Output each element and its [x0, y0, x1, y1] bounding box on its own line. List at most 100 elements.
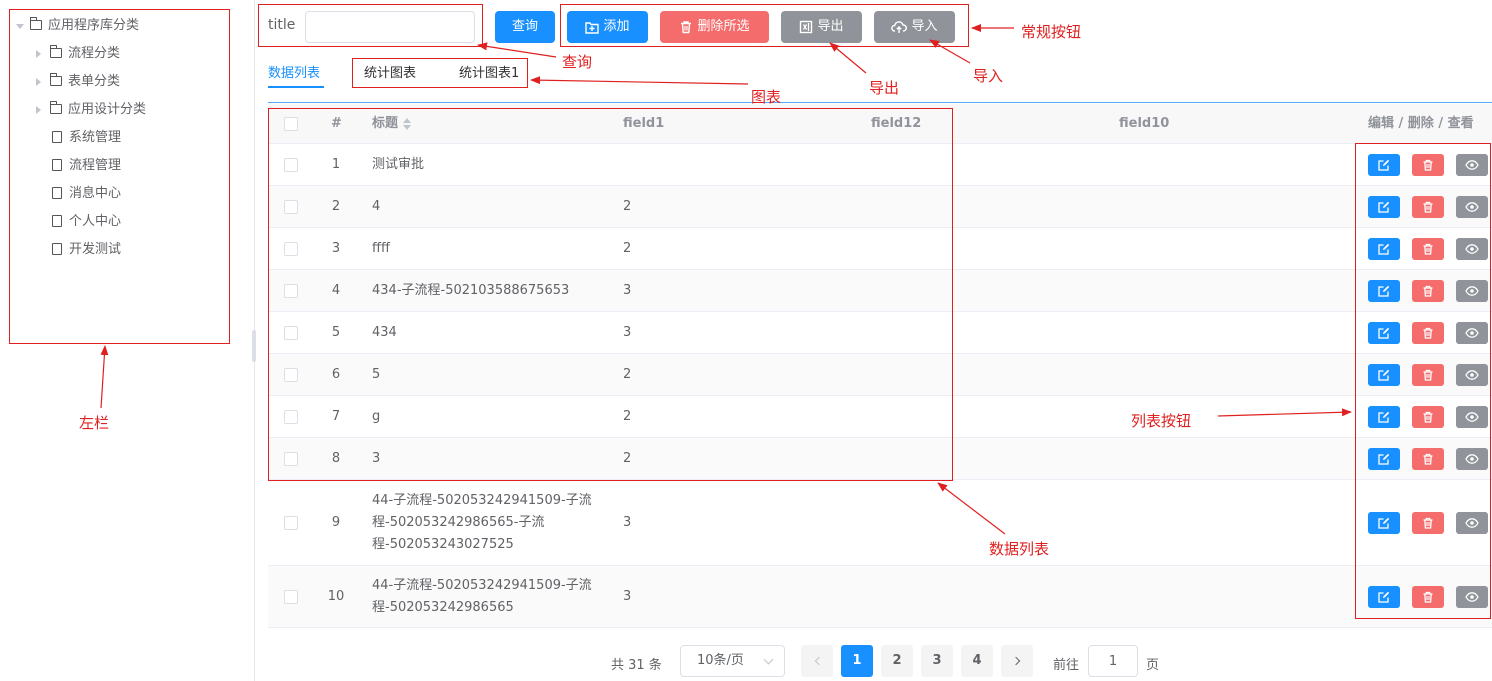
- edit-button[interactable]: [1368, 585, 1400, 608]
- edit-button[interactable]: [1368, 153, 1400, 176]
- page-button-1[interactable]: 1: [841, 645, 873, 677]
- edit-button[interactable]: [1368, 195, 1400, 218]
- tree-node-system-management[interactable]: 系统管理: [52, 124, 121, 152]
- view-button[interactable]: [1456, 585, 1488, 608]
- view-button[interactable]: [1456, 153, 1488, 176]
- column-header-field12: field12: [871, 116, 922, 131]
- edit-button[interactable]: [1368, 279, 1400, 302]
- tree-node-dev-test[interactable]: 开发测试: [52, 236, 121, 264]
- tree-node-app-design-category[interactable]: 应用设计分类: [34, 96, 146, 124]
- view-button[interactable]: [1456, 405, 1488, 428]
- delete-button[interactable]: [1412, 279, 1444, 302]
- delete-button[interactable]: [1412, 237, 1444, 260]
- edit-icon: [1378, 517, 1390, 529]
- tab-data-list[interactable]: 数据列表: [268, 62, 320, 81]
- edit-button[interactable]: [1368, 405, 1400, 428]
- export-button[interactable]: 导出: [781, 11, 862, 43]
- row-checkbox[interactable]: [284, 409, 298, 424]
- tree-node-root[interactable]: 应用程序库分类: [16, 12, 139, 40]
- delete-button[interactable]: [1412, 153, 1444, 176]
- delete-button[interactable]: [1412, 447, 1444, 470]
- add-button[interactable]: 添加: [567, 11, 648, 43]
- eye-icon: [1465, 201, 1479, 212]
- row-checkbox[interactable]: [284, 589, 298, 604]
- select-all-checkbox[interactable]: [284, 116, 298, 131]
- table-row[interactable]: 10 44-子流程-502053242941509-子流程-50205324298…: [268, 566, 1492, 628]
- edit-button[interactable]: [1368, 447, 1400, 470]
- table-row[interactable]: 6 5 2: [268, 354, 1492, 396]
- row-checkbox[interactable]: [284, 325, 298, 340]
- edit-button[interactable]: [1368, 363, 1400, 386]
- row-checkbox[interactable]: [284, 157, 298, 172]
- trash-icon: [1423, 285, 1433, 297]
- next-page-button[interactable]: [1001, 645, 1033, 677]
- page-button-3[interactable]: 3: [921, 645, 953, 677]
- table-row[interactable]: 7 g 2: [268, 396, 1492, 438]
- goto-page-input[interactable]: [1088, 645, 1138, 677]
- edit-button[interactable]: [1368, 321, 1400, 344]
- row-index: 9: [331, 515, 341, 530]
- tree-node-personal-center[interactable]: 个人中心: [52, 208, 121, 236]
- tree-node-process-category[interactable]: 流程分类: [34, 40, 120, 68]
- table-row[interactable]: 5 434 3: [268, 312, 1492, 354]
- row-checkbox[interactable]: [284, 199, 298, 214]
- annotation-label-row-buttons: 列表按钮: [1131, 412, 1192, 430]
- column-header-title[interactable]: 标题: [372, 104, 412, 144]
- row-field1: 3: [623, 515, 632, 530]
- edit-button[interactable]: [1368, 237, 1400, 260]
- row-checkbox[interactable]: [284, 283, 298, 298]
- view-button[interactable]: [1456, 195, 1488, 218]
- tab-statistics-chart-1[interactable]: 统计图表1: [459, 62, 519, 81]
- view-button[interactable]: [1456, 363, 1488, 386]
- prev-page-button[interactable]: [801, 645, 833, 677]
- table-row[interactable]: 3 ffff 2: [268, 228, 1492, 270]
- row-checkbox[interactable]: [284, 451, 298, 466]
- row-index: 10: [327, 589, 345, 604]
- title-search-input[interactable]: [305, 11, 475, 43]
- delete-button[interactable]: [1412, 405, 1444, 428]
- row-field1: [623, 144, 663, 185]
- view-button[interactable]: [1456, 511, 1488, 534]
- tree-node-form-category[interactable]: 表单分类: [34, 68, 120, 96]
- column-header-title-label: 标题: [372, 116, 399, 131]
- search-button[interactable]: 查询: [495, 11, 555, 43]
- sort-icon[interactable]: [403, 117, 412, 130]
- table-row[interactable]: 2 4 2: [268, 186, 1492, 228]
- row-checkbox[interactable]: [284, 241, 298, 256]
- page-size-select[interactable]: 10条/页: [680, 645, 785, 677]
- view-button[interactable]: [1456, 447, 1488, 470]
- caret-right-icon[interactable]: [36, 78, 41, 86]
- view-button[interactable]: [1456, 237, 1488, 260]
- page-button-2[interactable]: 2: [881, 645, 913, 677]
- delete-button[interactable]: [1412, 511, 1444, 534]
- table-row[interactable]: 9 44-子流程-502053242941509-子流程-502053242986…: [268, 480, 1492, 566]
- resize-handle[interactable]: [252, 330, 256, 362]
- pagination-total: 共 31 条: [611, 658, 662, 673]
- tree-node-message-center[interactable]: 消息中心: [52, 180, 121, 208]
- delete-button[interactable]: [1412, 321, 1444, 344]
- caret-down-icon[interactable]: [16, 23, 24, 29]
- row-checkbox[interactable]: [284, 515, 298, 530]
- table-row[interactable]: 1 测试审批: [268, 144, 1492, 186]
- tree-node-process-management[interactable]: 流程管理: [52, 152, 121, 180]
- delete-button[interactable]: [1412, 585, 1444, 608]
- view-button[interactable]: [1456, 279, 1488, 302]
- caret-right-icon[interactable]: [36, 106, 41, 114]
- delete-button[interactable]: [1412, 195, 1444, 218]
- row-index: 6: [331, 367, 341, 382]
- view-button[interactable]: [1456, 321, 1488, 344]
- annotation-label-toolbar: 常规按钮: [1021, 23, 1082, 41]
- import-button[interactable]: 导入: [874, 11, 955, 43]
- tree-node-label: 流程分类: [68, 46, 121, 61]
- row-checkbox[interactable]: [284, 367, 298, 382]
- delete-selected-button[interactable]: 删除所选: [660, 11, 769, 43]
- edit-button[interactable]: [1368, 511, 1400, 534]
- tab-statistics-chart[interactable]: 统计图表: [364, 62, 416, 81]
- document-icon: [52, 159, 62, 171]
- caret-right-icon[interactable]: [36, 50, 41, 58]
- tree-node-label: 表单分类: [68, 74, 121, 89]
- table-row[interactable]: 8 3 2: [268, 438, 1492, 480]
- page-button-4[interactable]: 4: [961, 645, 993, 677]
- delete-button[interactable]: [1412, 363, 1444, 386]
- table-row[interactable]: 4 434-子流程-502103588675653 3: [268, 270, 1492, 312]
